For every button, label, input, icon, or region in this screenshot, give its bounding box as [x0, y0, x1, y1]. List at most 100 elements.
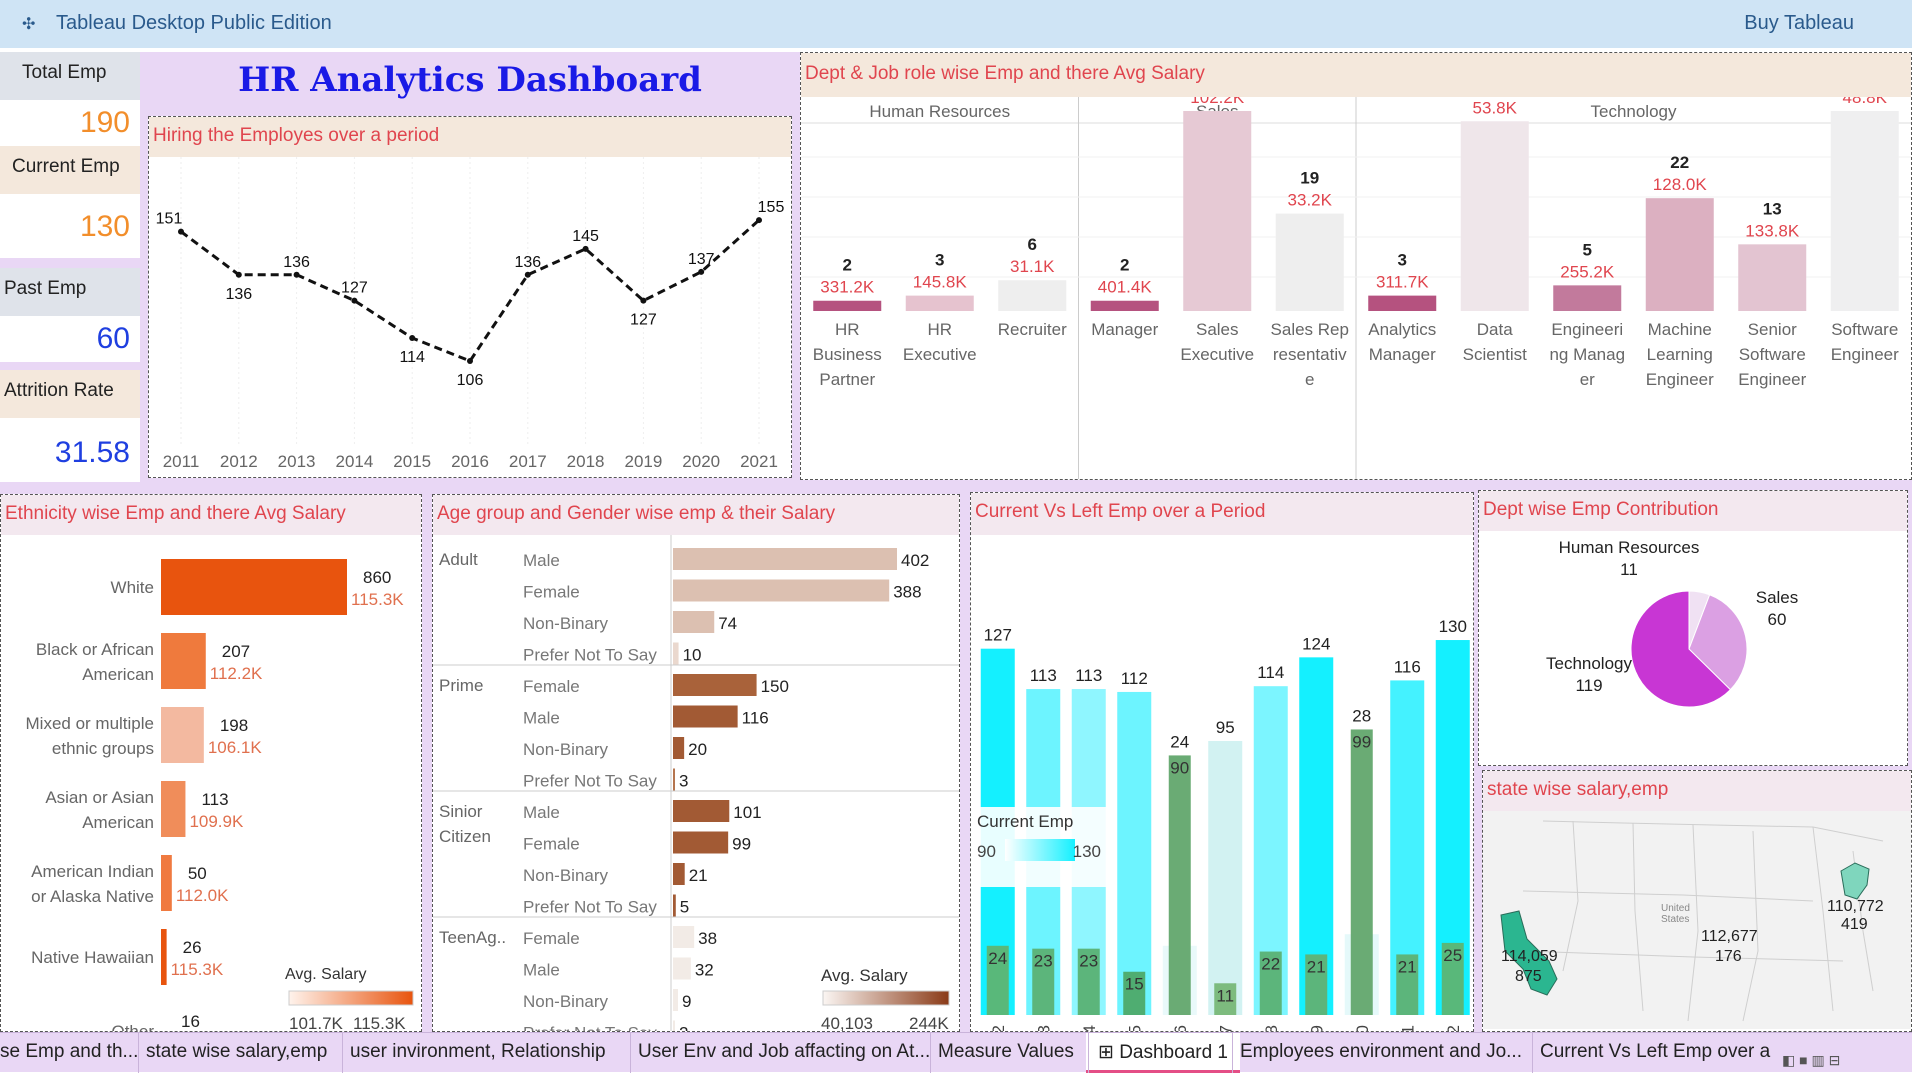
dept-job-bar[interactable] [813, 300, 882, 311]
dept-job-bar[interactable] [1553, 285, 1622, 311]
kpi-total-value-box: 190 [0, 100, 140, 146]
current-emp-legend-gradient [1005, 839, 1075, 861]
dept-job-bar[interactable] [1368, 295, 1437, 311]
age-gender-bar[interactable] [673, 957, 691, 980]
age-gender-bar[interactable] [673, 1020, 675, 1043]
dept-job-bar[interactable] [998, 280, 1067, 311]
age-gender-panel[interactable]: Age group and Gender wise emp & their Sa… [432, 494, 960, 1043]
sheet-tab[interactable]: Employees environment and Jo... [1240, 1041, 1522, 1063]
age-gender-value-label: 388 [893, 583, 921, 602]
kpi-past-label-box: Past Emp [0, 268, 140, 316]
kpi-total-value[interactable]: 190 [0, 100, 140, 140]
age-gender-bar[interactable] [673, 737, 685, 759]
ethnicity-bar[interactable] [161, 855, 172, 911]
country-label: United [1661, 903, 1690, 914]
ethnicity-bar-chart[interactable]: White 860 115.3K Black or African American 20… [1, 535, 421, 1053]
age-gender-bar[interactable] [673, 831, 729, 854]
hiring-point[interactable] [640, 297, 647, 304]
ethnicity-bar[interactable] [161, 781, 186, 837]
current-emp-label: 112 [1121, 669, 1148, 688]
kpi-past-value[interactable]: 60 [0, 316, 140, 356]
map-point-2-salary: 112,677 [1701, 928, 1758, 945]
sheet-tab[interactable]: Current Vs Left Emp over a [1540, 1041, 1770, 1063]
ethnicity-panel[interactable]: Ethnicity wise Emp and there Avg Salary … [0, 494, 422, 1053]
sheet-tab[interactable]: state wise salary,emp [146, 1041, 327, 1063]
dept-job-bar-chart[interactable]: Human Resources Sales Technology 2 331.2K HR B… [801, 66, 1911, 479]
hiring-panel[interactable]: Hiring the Employes over a period 151 201… [148, 116, 792, 478]
dept-job-category-label: Machine [1648, 320, 1712, 339]
age-gender-value-label: 2 [679, 1024, 688, 1032]
age-salary-legend-title: Avg. Salary [821, 966, 908, 985]
dept-job-bar[interactable] [1275, 213, 1344, 311]
dept-job-bar[interactable] [1090, 300, 1159, 311]
hiring-point[interactable] [524, 271, 531, 278]
age-gender-bar[interactable] [673, 674, 757, 696]
hiring-point[interactable] [582, 245, 589, 252]
age-gender-bar[interactable] [673, 548, 897, 570]
kpi-current-label-box: Current Emp [0, 146, 140, 194]
state-map-panel[interactable]: state wise salary,emp United States 114,… [1482, 770, 1912, 1032]
hiring-point[interactable] [467, 358, 473, 364]
sheet-tab[interactable]: Measure Values [938, 1041, 1074, 1063]
kpi-attrition-value[interactable]: 31.58 [0, 418, 140, 470]
hiring-point[interactable] [351, 297, 358, 304]
kpi-attrition-label-box: Attrition Rate [0, 370, 140, 418]
dept-job-bar[interactable] [1645, 198, 1714, 311]
age-gender-bar[interactable] [673, 642, 679, 665]
current-emp-bar[interactable] [1208, 740, 1243, 1015]
ethnicity-bar[interactable] [161, 707, 204, 763]
dept-job-salary-label: 53.8K [1473, 98, 1518, 117]
pie-value-label: 60 [1768, 610, 1787, 629]
age-gender-bar[interactable] [673, 579, 890, 602]
dept-pie-chart[interactable]: Human Resources 11 Sales 60 Technology 119 [1479, 531, 1907, 763]
state-map[interactable]: United States 114,059 875 112,677 176 11… [1483, 811, 1911, 1029]
ethnicity-bar[interactable] [161, 559, 347, 615]
age-gender-bar[interactable] [673, 768, 675, 791]
dept-contribution-panel[interactable]: Dept wise Emp Contribution Human Resourc… [1478, 490, 1908, 766]
gender-label: Male [523, 803, 560, 822]
hiring-point[interactable] [235, 271, 242, 278]
hiring-point[interactable] [756, 217, 762, 224]
dept-job-salary-label: 311.7K [1376, 273, 1429, 292]
hiring-line[interactable] [180, 219, 761, 363]
current-emp-label: 130 [1439, 617, 1467, 636]
left-emp-bar[interactable] [1350, 729, 1373, 1015]
dept-job-bar[interactable] [1183, 111, 1252, 311]
ethnicity-bar[interactable] [161, 633, 206, 689]
ethnicity-category-label: Black or African [36, 640, 154, 659]
tab-separator [1532, 1033, 1533, 1073]
age-group-label: Adult [439, 550, 478, 569]
sheet-tab[interactable]: User Env and Job affacting on At... [638, 1041, 930, 1063]
hiring-point[interactable] [698, 268, 705, 275]
current-emp-bar[interactable] [1117, 691, 1152, 1015]
age-gender-bar[interactable] [673, 926, 695, 948]
age-gender-bar[interactable] [673, 611, 715, 633]
hiring-point[interactable] [178, 228, 184, 235]
hiring-line-chart[interactable]: 151 2011 136 2012 136 2013 127 2014 114 2015 106 20… [149, 157, 791, 475]
current-left-panel[interactable]: Current Vs Left Emp over a Period 127 24 2… [970, 492, 1474, 1063]
dept-job-bar[interactable] [1738, 244, 1807, 311]
sheet-tab[interactable]: user invironment, Relationship [350, 1041, 606, 1063]
dept-job-bar[interactable] [1460, 121, 1529, 311]
left-emp-bar[interactable] [1168, 755, 1191, 1015]
kpi-current-value[interactable]: 130 [0, 194, 140, 244]
age-gender-bar[interactable] [673, 989, 679, 1011]
hiring-point[interactable] [409, 335, 416, 341]
sheet-tab[interactable]: ⊞ Dashboard 1 [1086, 1033, 1240, 1073]
age-gender-bar-chart[interactable]: Adult Male 402 Female 388 Non-Binary 74 Prefer … [433, 535, 959, 1043]
age-gender-bar[interactable] [673, 705, 738, 728]
age-gender-bar[interactable] [673, 894, 676, 917]
dept-job-panel[interactable]: Dept & Job role wise Emp and there Avg S… [800, 52, 1912, 480]
current-left-bar-chart[interactable]: 127 24 2012 113 23 2013 113 23 2014 112 15 2015 24 90… [971, 535, 1473, 1063]
dept-job-bar[interactable] [905, 295, 974, 311]
buy-tableau-link[interactable]: Buy Tableau [1744, 12, 1854, 35]
ethnicity-bar[interactable] [161, 929, 167, 985]
dept-job-bar[interactable] [1830, 111, 1899, 311]
age-gender-bar[interactable] [673, 800, 730, 822]
tab-nav-icons[interactable]: ◧ ■ ▥ ⊟ [1782, 1052, 1840, 1069]
sheet-tab[interactable]: se Emp and th... [0, 1041, 138, 1063]
age-gender-bar[interactable] [673, 863, 685, 885]
year-tick: 2022 [1444, 1025, 1463, 1031]
ethnicity-category-label: American Indian [31, 862, 154, 881]
hiring-point[interactable] [293, 271, 300, 278]
